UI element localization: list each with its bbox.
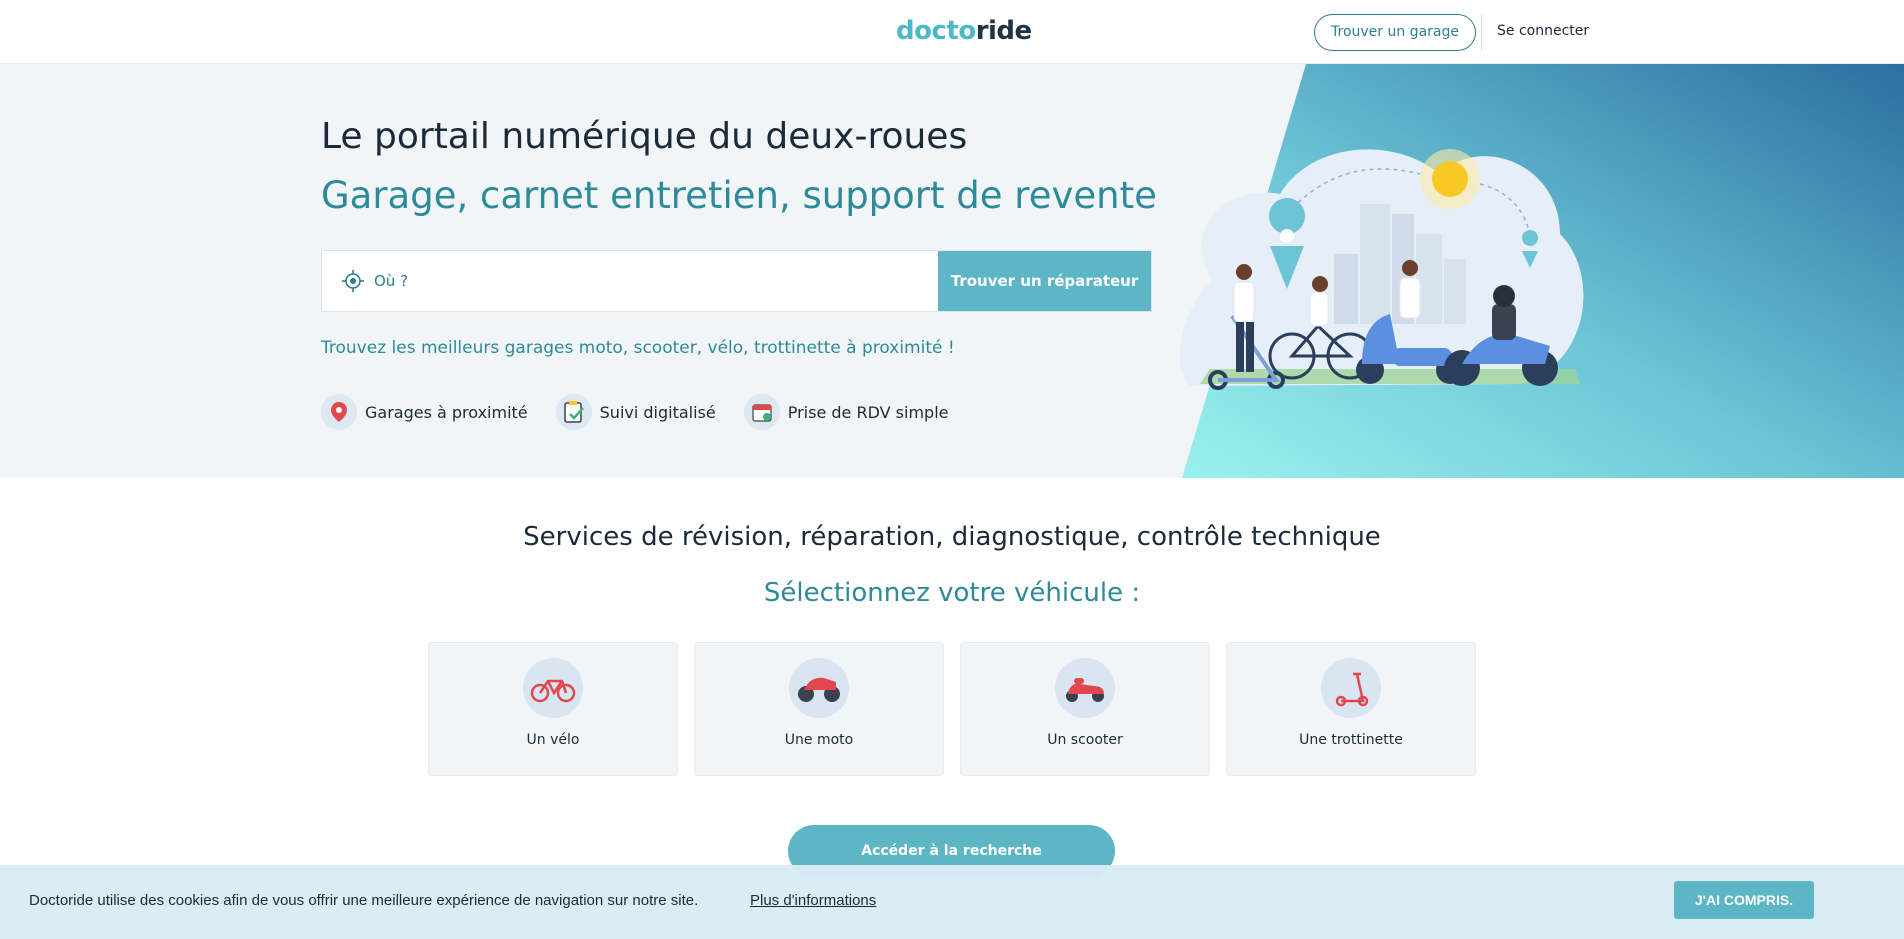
vehicle-select-title: Sélectionnez votre véhicule :	[763, 578, 1141, 608]
login-link[interactable]: Se connecter	[1497, 23, 1589, 39]
features-list: Garages à proximité Suivi digitalisé Pri…	[321, 394, 948, 430]
header-divider	[1481, 14, 1482, 51]
hero-subtitle: Garage, carnet entretien, support de rev…	[321, 174, 1157, 217]
location-field[interactable]	[322, 251, 938, 311]
vehicle-label: Une trottinette	[1299, 732, 1403, 748]
vehicle-cards: Un vélo Une moto Un scooter Une trottine…	[428, 642, 1476, 776]
find-garage-button[interactable]: Trouver un garage	[1314, 14, 1476, 51]
services-title: Services de révision, réparation, diagno…	[523, 522, 1381, 552]
vehicle-label: Un vélo	[526, 732, 580, 748]
hero-tagline: Trouvez les meilleurs garages moto, scoo…	[321, 338, 955, 358]
location-input[interactable]	[374, 272, 874, 290]
feature-item-nearby: Garages à proximité	[321, 394, 528, 430]
kick-scooter-icon	[1321, 658, 1381, 718]
vehicle-card-moto[interactable]: Une moto	[694, 642, 944, 776]
cookie-text: Doctoride utilise des cookies afin de vo…	[29, 892, 699, 909]
cookie-accept-button[interactable]: J'AI COMPRIS.	[1674, 881, 1814, 919]
site-header: doctoride Trouver un garage Se connecter	[0, 0, 1904, 64]
feature-item-booking: Prise de RDV simple	[743, 394, 949, 430]
doctoride-logo[interactable]: doctoride	[896, 16, 1032, 46]
bicycle-icon	[523, 658, 583, 718]
vehicle-label: Un scooter	[1047, 732, 1123, 748]
feature-label: Suivi digitalisé	[599, 402, 716, 422]
cookie-more-info-link[interactable]: Plus d'informations	[750, 892, 876, 909]
vehicle-card-kickscooter[interactable]: Une trottinette	[1226, 642, 1476, 776]
feature-item-tracking: Suivi digitalisé	[555, 394, 716, 430]
vehicle-card-scooter[interactable]: Un scooter	[960, 642, 1210, 776]
cookie-banner: Doctoride utilise des cookies afin de vo…	[0, 865, 1904, 939]
motorcycle-icon	[789, 658, 849, 718]
vehicle-label: Une moto	[784, 732, 854, 748]
feature-label: Garages à proximité	[365, 402, 528, 422]
scooter-icon	[1055, 658, 1115, 718]
location-search-bar: Trouver un réparateur	[321, 250, 1152, 312]
logo-part-docto: docto	[896, 16, 976, 46]
find-repairer-button[interactable]: Trouver un réparateur	[938, 251, 1151, 311]
map-pin-icon	[321, 394, 357, 430]
vehicle-card-bike[interactable]: Un vélo	[428, 642, 678, 776]
hero-section: Le portail numérique du deux-roues Garag…	[0, 64, 1904, 478]
logo-part-ride: ride	[975, 16, 1032, 46]
calendar-icon	[743, 394, 780, 430]
hero-title: Le portail numérique du deux-roues	[321, 116, 968, 157]
clipboard-check-icon	[555, 394, 592, 430]
locate-target-icon	[342, 270, 364, 292]
riders-illustration	[1179, 149, 1584, 390]
feature-label: Prise de RDV simple	[787, 402, 949, 422]
